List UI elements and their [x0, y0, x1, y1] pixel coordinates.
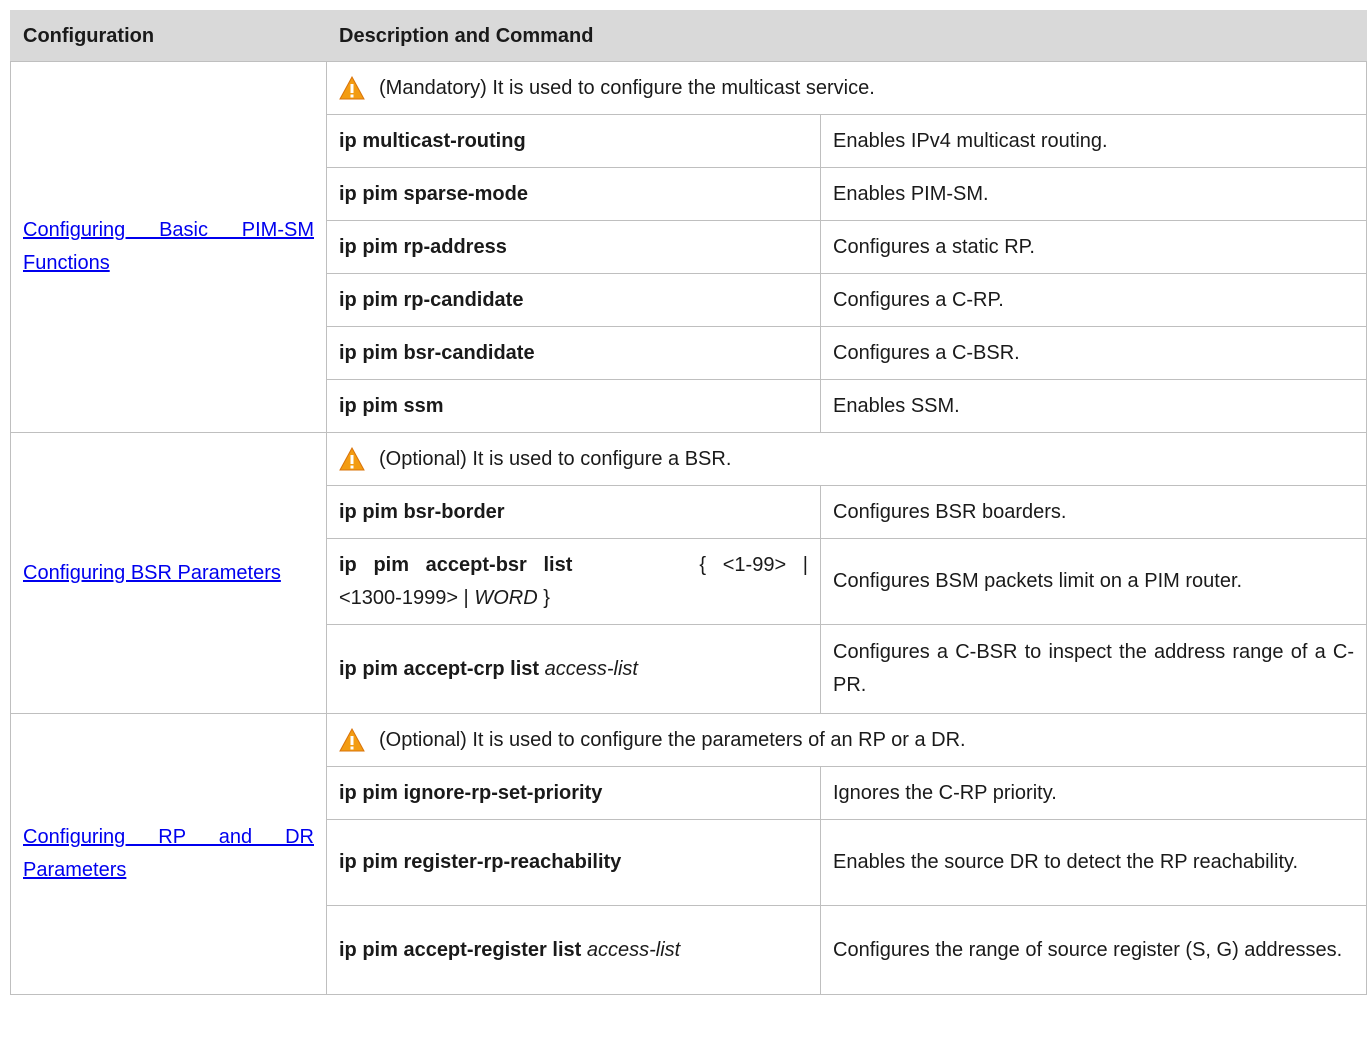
description-cell: Configures a C-BSR to inspect the addres… [820, 624, 1367, 714]
command-cell: ip pim ignore-rp-set-priority [326, 766, 821, 820]
warning-icon [339, 76, 365, 100]
section-1-note-row: Configuring Basic PIM-SM Functions (Mand… [10, 61, 1367, 433]
note-text: (Optional) It is used to configure a BSR… [379, 447, 732, 470]
command-cell: ip pim ssm [326, 379, 821, 433]
command-cell: ip pim rp-address [326, 220, 821, 274]
command-cell: ip pim accept-crp list access-list [326, 624, 821, 714]
description-cell: Ignores the C-RP priority. [820, 766, 1367, 820]
command-cell: ip pim accept-register list access-list [326, 905, 821, 995]
command-text: ip pim accept-bsr list [339, 553, 573, 576]
command-argument: WORD [474, 586, 538, 609]
table-header-row: Configuration Description and Command [10, 10, 1367, 62]
description-cell: Enables the source DR to detect the RP r… [820, 819, 1367, 906]
command-argument: access-list [544, 657, 638, 680]
configuration-table: Configuration Description and Command Co… [10, 10, 1367, 995]
config-link-rp-dr-parameters[interactable]: Configuring RP and DR [23, 821, 314, 854]
config-link-basic-pim-sm[interactable]: Configuring Basic PIM-SM [23, 214, 314, 247]
description-cell: Enables IPv4 multicast routing. [820, 114, 1367, 168]
section-1-config-cell: Configuring Basic PIM-SM Functions [10, 61, 327, 433]
section-2-note: (Optional) It is used to configure a BSR… [326, 432, 1367, 486]
command-cell: ip pim accept-bsr list { <1-99> | <1300-… [326, 538, 821, 625]
command-cell: ip pim register-rp-reachability [326, 819, 821, 906]
config-link-bsr-parameters[interactable]: Configuring BSR Parameters [23, 562, 281, 584]
section-1-note: (Mandatory) It is used to configure the … [326, 61, 1367, 115]
section-2-note-row: Configuring BSR Parameters (Optional) It… [10, 432, 1367, 714]
description-cell: Enables SSM. [820, 379, 1367, 433]
command-cell: ip pim rp-candidate [326, 273, 821, 327]
command-syntax: <1300-1999> | [339, 586, 475, 609]
command-text: ip pim accept-crp list [339, 657, 545, 680]
note-text: (Mandatory) It is used to configure the … [379, 76, 875, 99]
command-cell: ip pim bsr-candidate [326, 326, 821, 380]
config-link-rp-dr-parameters-line2[interactable]: Parameters [23, 859, 126, 881]
description-cell: Configures the range of source register … [820, 905, 1367, 995]
section-3-note-row: Configuring RP and DR Parameters (Option… [10, 713, 1367, 995]
command-cell: ip pim sparse-mode [326, 167, 821, 221]
header-description: Description and Command [326, 10, 1367, 62]
description-cell: Configures a C-RP. [820, 273, 1367, 327]
note-text: (Optional) It is used to configure the p… [379, 728, 966, 751]
header-configuration: Configuration [10, 10, 327, 62]
command-cell: ip multicast-routing [326, 114, 821, 168]
command-syntax: } [537, 586, 550, 609]
command-syntax: { <1-99> | [699, 553, 808, 576]
section-3-config-cell: Configuring RP and DR Parameters [10, 713, 327, 995]
warning-icon [339, 728, 365, 752]
warning-icon [339, 447, 365, 471]
description-cell: Configures a static RP. [820, 220, 1367, 274]
description-cell: Enables PIM-SM. [820, 167, 1367, 221]
config-link-basic-pim-sm-line2[interactable]: Functions [23, 252, 110, 274]
command-cell: ip pim bsr-border [326, 485, 821, 539]
command-argument: access-list [586, 938, 681, 961]
command-text: ip pim accept-register list [339, 938, 587, 961]
section-3-note: (Optional) It is used to configure the p… [326, 713, 1367, 767]
description-cell: Configures BSR boarders. [820, 485, 1367, 539]
description-cell: Configures BSM packets limit on a PIM ro… [820, 538, 1367, 625]
description-cell: Configures a C-BSR. [820, 326, 1367, 380]
section-2-config-cell: Configuring BSR Parameters [10, 432, 327, 714]
